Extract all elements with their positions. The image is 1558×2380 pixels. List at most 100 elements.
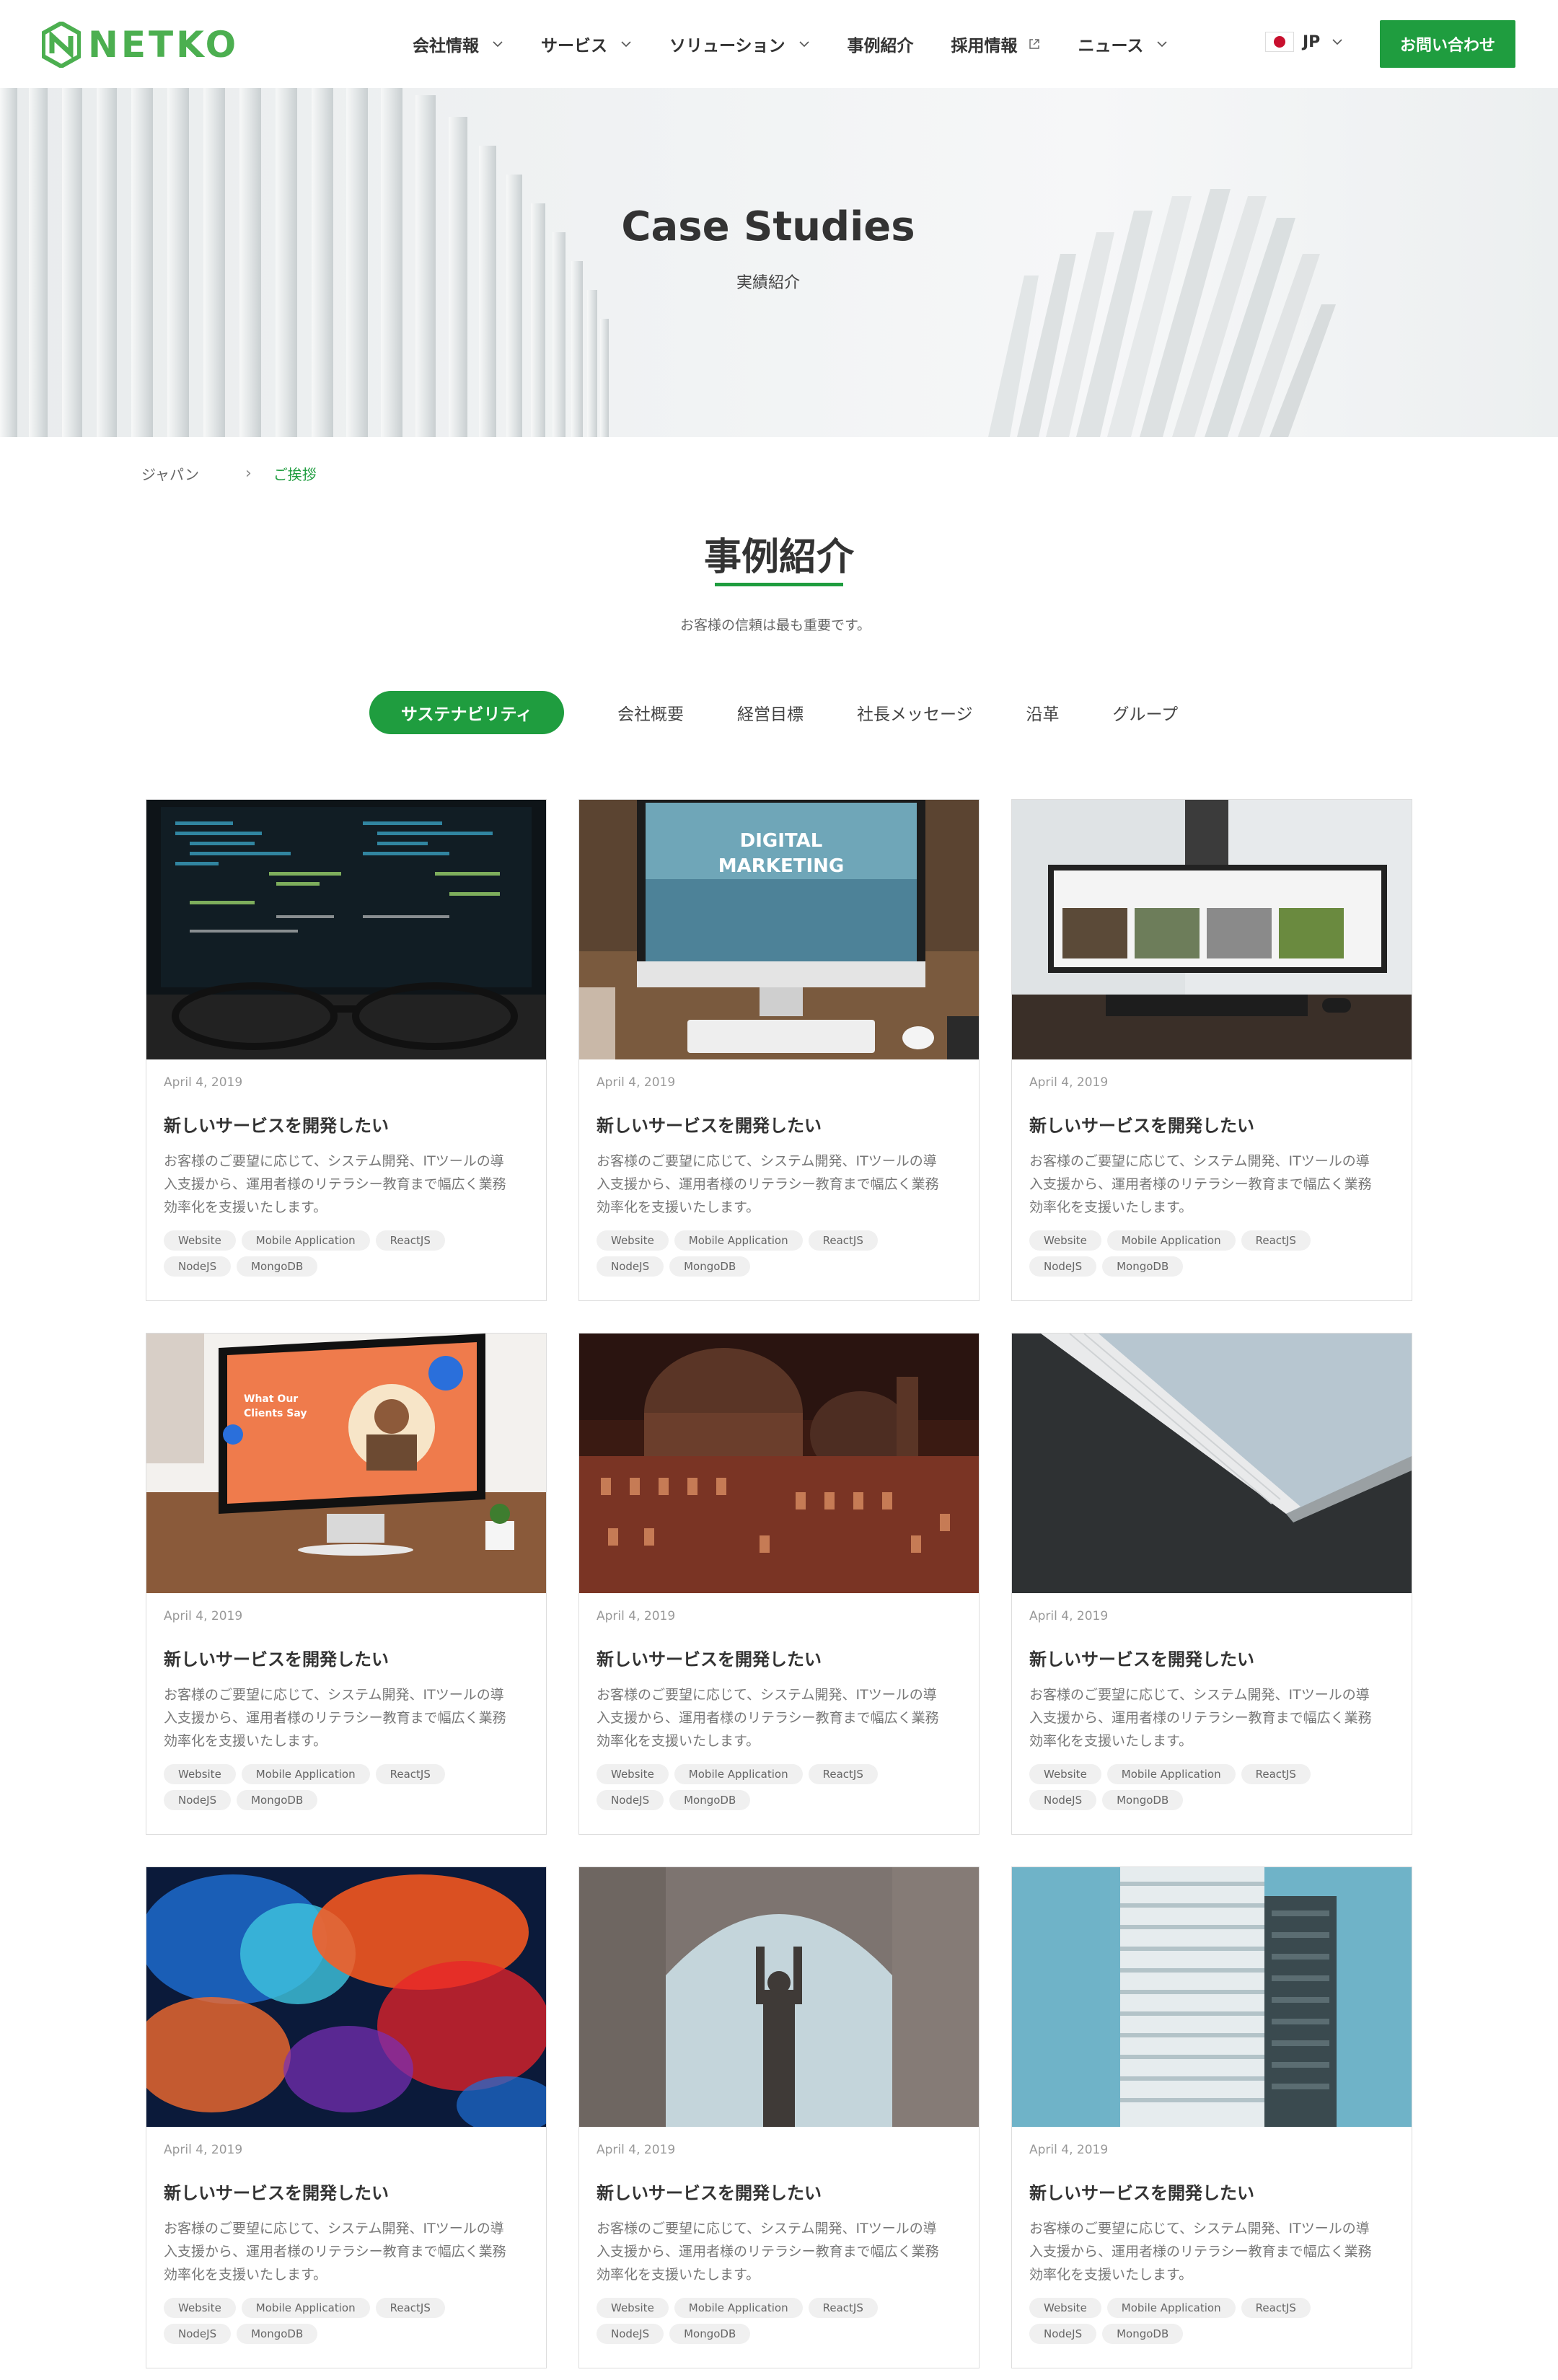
tag: ReactJS xyxy=(1241,2298,1311,2318)
tag: Mobile Application xyxy=(241,1764,370,1784)
nav-label: ニュース xyxy=(1078,37,1144,56)
tag: NodeJS xyxy=(597,1790,664,1810)
tag: Website xyxy=(597,2298,669,2318)
hero-building-image xyxy=(0,88,1336,437)
case-study-card[interactable]: April 4, 2019 新しいサービスを開発したい お客様のご要望に応じて、… xyxy=(1011,1866,1412,2368)
card-date: April 4, 2019 xyxy=(1029,1609,1109,1623)
card-tags: Website Mobile Application ReactJS NodeJ… xyxy=(1029,1764,1376,1810)
tag: MongoDB xyxy=(237,1790,318,1810)
hero-subtitle: 実績紹介 xyxy=(736,274,800,292)
tag: Website xyxy=(1029,1230,1101,1251)
chevron-down-icon xyxy=(1332,39,1342,45)
tag: NodeJS xyxy=(1029,1256,1097,1277)
card-tags: Website Mobile Application ReactJS NodeJ… xyxy=(164,1764,510,1810)
card-description: お客様のご要望に応じて、システム開発、ITツールの導入支援から、運用者様のリテラ… xyxy=(597,1153,939,1215)
nav-item-solutions[interactable]: ソリューション xyxy=(669,32,810,56)
contact-button[interactable]: お問い合わせ xyxy=(1380,20,1515,68)
card-tags: Website Mobile Application ReactJS NodeJ… xyxy=(1029,1230,1376,1277)
card-title: 新しいサービスを開発したい xyxy=(1029,2183,1254,2203)
card-image-clients-say: What Our Clients Say xyxy=(146,1334,546,1593)
chevron-down-icon xyxy=(798,41,809,48)
card-title: 新しいサービスを開発したい xyxy=(164,1649,389,1670)
case-study-card[interactable]: April 4, 2019 新しいサービスを開発したい お客様のご要望に応じて、… xyxy=(146,799,547,1301)
case-study-card[interactable]: April 4, 2019 新しいサービスを開発したい お客様のご要望に応じて、… xyxy=(1011,1333,1412,1835)
card-description: お客様のご要望に応じて、システム開発、ITツールの導入支援から、運用者様のリテラ… xyxy=(164,1687,506,1749)
card-tags: Website Mobile Application ReactJS NodeJ… xyxy=(597,1230,943,1277)
breadcrumb-current: ご挨拶 xyxy=(273,466,317,483)
card-date: April 4, 2019 xyxy=(164,1075,243,1090)
tag: Mobile Application xyxy=(674,1764,803,1784)
card-image-colorful-smoke xyxy=(146,1867,546,2127)
tab-sustainability[interactable]: サステナビリティ xyxy=(369,691,564,734)
tag: NodeJS xyxy=(1029,2324,1097,2344)
tag: ReactJS xyxy=(808,2298,878,2318)
card-description: お客様のご要望に応じて、システム開発、ITツールの導入支援から、運用者様のリテラ… xyxy=(597,1687,939,1749)
card-tags: Website Mobile Application ReactJS NodeJ… xyxy=(597,2298,943,2344)
case-study-card[interactable]: April 4, 2019 新しいサービスを開発したい お客様のご要望に応じて、… xyxy=(1011,799,1412,1301)
logo[interactable]: NETKO xyxy=(42,22,239,68)
tag: ReactJS xyxy=(375,1764,445,1784)
tag: Mobile Application xyxy=(674,2298,803,2318)
card-image-code-monitor xyxy=(146,800,546,1059)
nav-item-case-studies[interactable]: 事例紹介 xyxy=(848,32,914,56)
tag: Website xyxy=(164,1230,236,1251)
tag: NodeJS xyxy=(164,2324,232,2344)
language-selector[interactable]: JP xyxy=(1265,32,1343,52)
card-date: April 4, 2019 xyxy=(1029,1075,1109,1090)
tag: NodeJS xyxy=(597,2324,664,2344)
section-title: 事例紹介 xyxy=(703,536,854,579)
breadcrumb-home-link[interactable]: ジャパン xyxy=(141,463,199,484)
card-tags: Website Mobile Application ReactJS NodeJ… xyxy=(164,1230,510,1277)
logo-mark-icon xyxy=(42,22,81,68)
card-title: 新しいサービスを開発したい xyxy=(164,2183,389,2203)
image-text-clients-say: Clients Say xyxy=(244,1408,307,1419)
tab-group[interactable]: グループ xyxy=(1113,700,1179,725)
case-study-card[interactable]: April 4, 2019 新しいサービスを開発したい お客様のご要望に応じて、… xyxy=(578,1866,980,2368)
tag: NodeJS xyxy=(597,1256,664,1277)
logo-text: NETKO xyxy=(88,24,239,66)
card-date: April 4, 2019 xyxy=(164,1609,243,1623)
tag: Website xyxy=(164,1764,236,1784)
tag: ReactJS xyxy=(808,1230,878,1251)
nav-item-recruit[interactable]: 採用情報 xyxy=(951,32,1041,56)
category-tabs: サステナビリティ 会社概要 経営目標 社長メッセージ 沿革 グループ xyxy=(369,691,1178,734)
tag: MongoDB xyxy=(1102,1256,1184,1277)
tab-history[interactable]: 沿革 xyxy=(1026,700,1060,725)
card-tags: Website Mobile Application ReactJS NodeJ… xyxy=(164,2298,510,2344)
hero-banner: Case Studies 実績紹介 xyxy=(0,88,1558,437)
card-image-tower-building xyxy=(1012,1867,1412,2127)
tag: Website xyxy=(1029,1764,1101,1784)
tag: ReactJS xyxy=(1241,1764,1311,1784)
case-study-card[interactable]: What Our Clients Say April 4, 2019 新しいサー… xyxy=(146,1333,547,1835)
language-label: JP xyxy=(1303,32,1321,51)
tab-ceo-message[interactable]: 社長メッセージ xyxy=(857,700,973,725)
nav-item-services[interactable]: サービス xyxy=(541,32,632,56)
nav-label: 会社情報 xyxy=(413,37,479,56)
chevron-down-icon xyxy=(493,41,503,48)
tag: MongoDB xyxy=(669,1256,751,1277)
case-study-card[interactable]: DIGITAL MARKETING April 4, 2019 新しいサービスを… xyxy=(578,799,980,1301)
tab-company-overview[interactable]: 会社概要 xyxy=(617,700,684,725)
tab-management-goals[interactable]: 経営目標 xyxy=(737,700,804,725)
card-title: 新しいサービスを開発したい xyxy=(164,1116,389,1136)
nav-label: 事例紹介 xyxy=(847,37,914,56)
tag: Website xyxy=(597,1764,669,1784)
nav-item-news[interactable]: ニュース xyxy=(1078,32,1168,56)
tag: MongoDB xyxy=(669,2324,751,2344)
tag: Mobile Application xyxy=(1106,1764,1236,1784)
chevron-down-icon xyxy=(621,41,631,48)
nav-label: 採用情報 xyxy=(951,37,1018,56)
image-text-marketing: MARKETING xyxy=(718,855,844,877)
card-image-building-roof xyxy=(1012,1334,1412,1593)
case-study-card[interactable]: April 4, 2019 新しいサービスを開発したい お客様のご要望に応じて、… xyxy=(146,1866,547,2368)
card-description: お客様のご要望に応じて、システム開発、ITツールの導入支援から、運用者様のリテラ… xyxy=(164,2221,506,2283)
case-study-card[interactable]: April 4, 2019 新しいサービスを開発したい お客様のご要望に応じて、… xyxy=(578,1333,980,1835)
main-nav: 会社情報 サービス ソリューション 事例紹介 採用情報 ニュース xyxy=(413,0,1205,88)
card-date: April 4, 2019 xyxy=(597,1075,676,1090)
tag: NodeJS xyxy=(164,1790,232,1810)
nav-item-company[interactable]: 会社情報 xyxy=(413,32,503,56)
tag: Website xyxy=(597,1230,669,1251)
japan-flag-icon xyxy=(1265,32,1294,52)
tag: Mobile Application xyxy=(674,1230,803,1251)
card-title: 新しいサービスを開発したい xyxy=(597,2183,822,2203)
